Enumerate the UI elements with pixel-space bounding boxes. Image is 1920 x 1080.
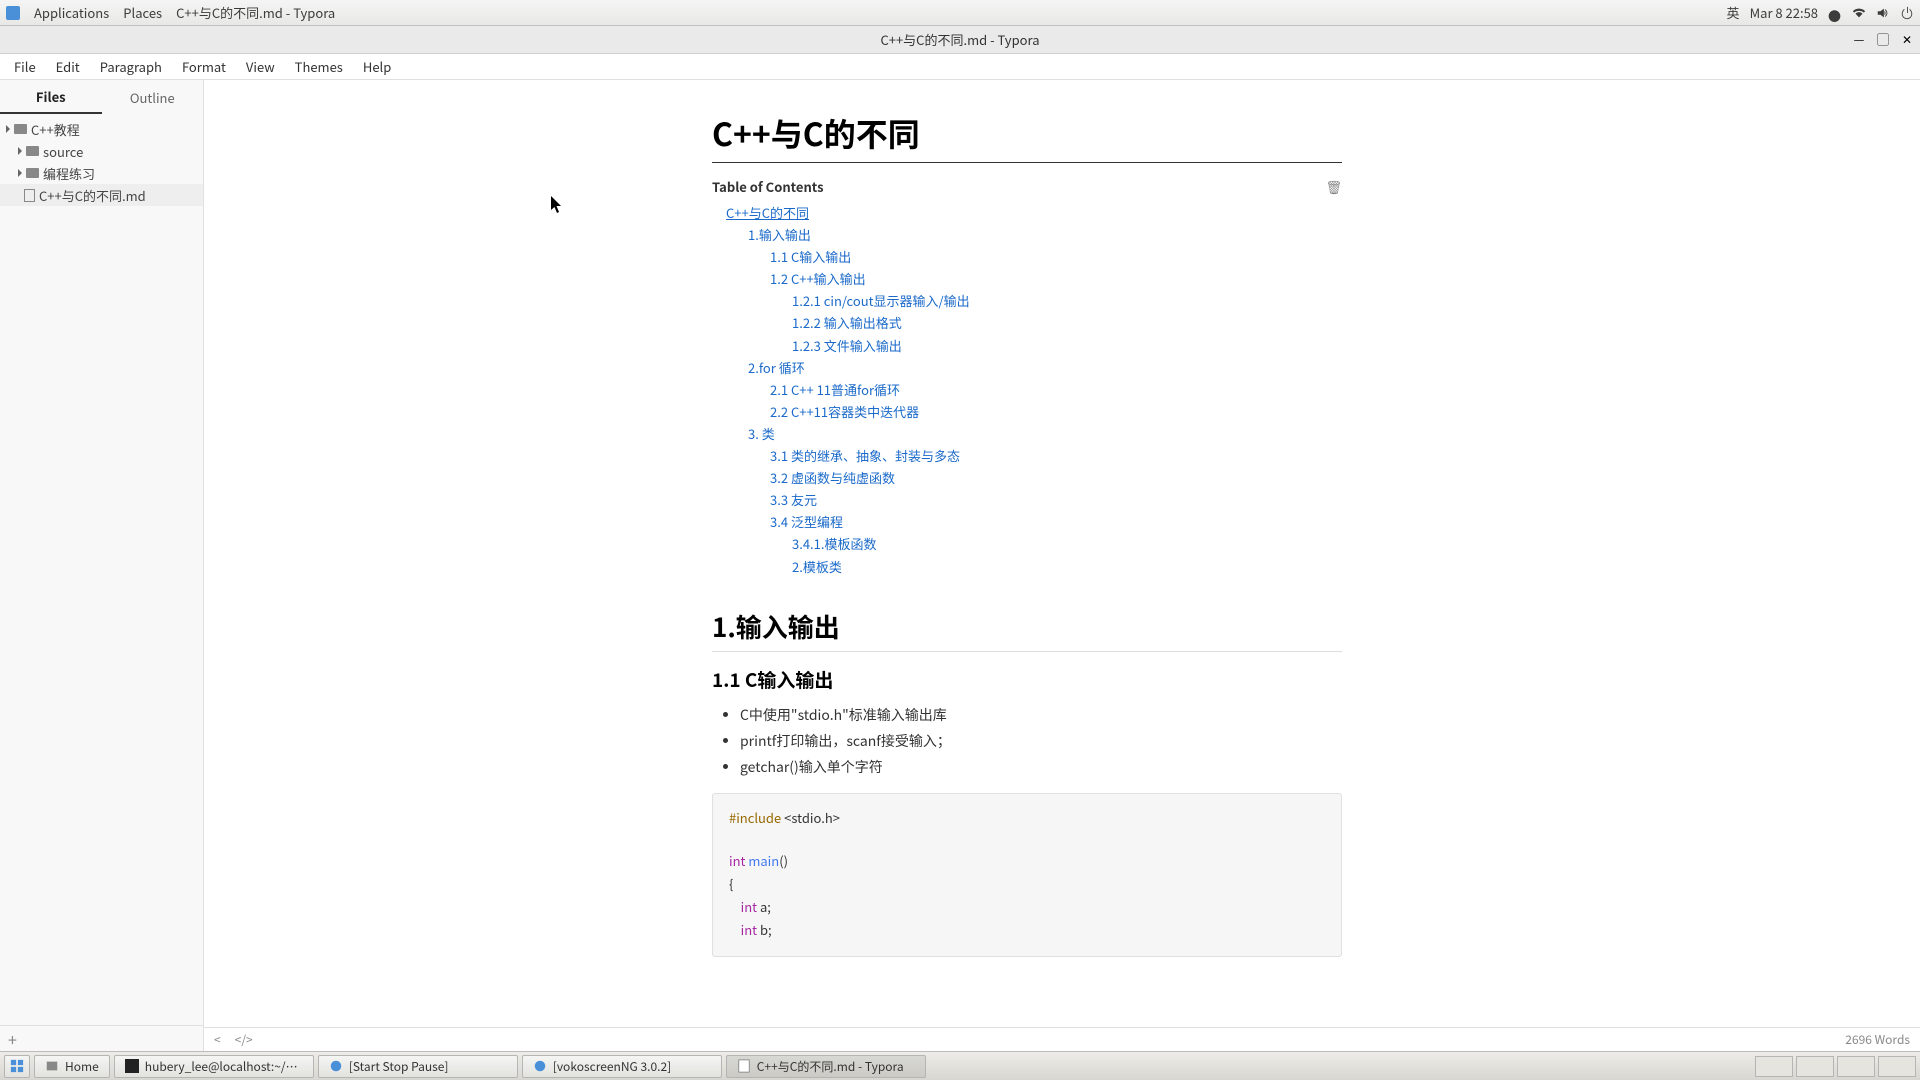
- activities-icon[interactable]: [6, 6, 20, 20]
- doc-h2[interactable]: 1.输入输出: [712, 608, 1342, 652]
- power-icon[interactable]: [1900, 6, 1914, 20]
- toc-link[interactable]: 1.1 C输入输出: [770, 246, 1342, 268]
- toc-link[interactable]: 3.3 友元: [770, 489, 1342, 511]
- toc-link[interactable]: 1.输入输出: [748, 224, 1342, 246]
- toc-link[interactable]: 2.2 C++11容器类中迭代器: [770, 401, 1342, 423]
- menu-view[interactable]: View: [238, 54, 283, 79]
- toc-link[interactable]: C++与C的不同: [726, 202, 1342, 224]
- taskbar-typora[interactable]: C++与C的不同.md - Typora: [726, 1055, 926, 1078]
- doc-h3[interactable]: 1.1 C输入输出: [712, 666, 1342, 693]
- menu-format[interactable]: Format: [174, 54, 234, 79]
- toc-link[interactable]: 2.模板类: [792, 556, 1342, 578]
- tree-label: C++与C的不同.md: [39, 186, 146, 205]
- ime-indicator[interactable]: 英: [1727, 3, 1740, 22]
- status-bar: < </> 2696 Words: [204, 1027, 1920, 1051]
- record-icon[interactable]: ●: [1828, 6, 1842, 20]
- toc-link[interactable]: 3.4 泛型编程: [770, 511, 1342, 533]
- list-item[interactable]: C中使用"stdio.h"标准输入输出库: [740, 705, 1342, 725]
- volume-icon[interactable]: [1876, 6, 1890, 20]
- list-item[interactable]: printf打印输出，scanf接受输入；: [740, 731, 1342, 751]
- tree-label: 编程练习: [43, 164, 95, 183]
- tree-folder[interactable]: C++教程: [0, 118, 203, 140]
- folder-icon: [26, 168, 39, 178]
- window-title-panel: C++与C的不同.md - Typora: [176, 3, 335, 22]
- sidebar-footer: +: [0, 1025, 203, 1051]
- close-button[interactable]: ✕: [1898, 31, 1916, 49]
- tab-outline[interactable]: Outline: [102, 80, 204, 114]
- taskbar-terminal[interactable]: hubery_lee@localhost:~/Typora-linu...: [114, 1055, 314, 1078]
- file-tree: C++教程 source 编程练习 C++与C的不同.md: [0, 114, 203, 1025]
- clock[interactable]: Mar 8 22:58: [1750, 3, 1818, 22]
- toc-link[interactable]: 1.2.3 文件输入输出: [792, 335, 1342, 357]
- tree-file-active[interactable]: C++与C的不同.md: [0, 184, 203, 206]
- toc-link[interactable]: 3.1 类的继承、抽象、封装与多态: [770, 445, 1342, 467]
- new-file-button[interactable]: +: [8, 1027, 17, 1051]
- network-icon[interactable]: [1852, 6, 1866, 20]
- maximize-button[interactable]: ▢: [1874, 31, 1892, 49]
- toc-header: Table of Contents: [712, 177, 824, 196]
- minimize-button[interactable]: —: [1850, 31, 1868, 49]
- toc-link[interactable]: 1.2.2 输入输出格式: [792, 312, 1342, 334]
- menu-bar: File Edit Paragraph Format View Themes H…: [0, 54, 1920, 80]
- toc-link[interactable]: 1.2.1 cin/cout显示器输入/输出: [792, 290, 1342, 312]
- code-block[interactable]: #include <stdio.h> int main() { int a; i…: [712, 793, 1342, 958]
- tree-label: C++教程: [31, 120, 80, 139]
- caret-icon: [6, 125, 10, 133]
- table-of-contents: C++与C的不同1.输入输出1.1 C输入输出1.2 C++输入输出1.2.1 …: [712, 202, 1342, 578]
- folder-icon: [14, 124, 27, 134]
- list-item[interactable]: getchar()输入单个字符: [740, 757, 1342, 777]
- doc-h1[interactable]: C++与C的不同: [712, 110, 1342, 163]
- bullet-list[interactable]: C中使用"stdio.h"标准输入输出库 printf打印输出，scanf接受输入…: [740, 705, 1342, 777]
- system-top-panel: Applications Places C++与C的不同.md - Typora…: [0, 0, 1920, 26]
- folder-icon: [26, 146, 39, 156]
- file-icon: [24, 189, 35, 202]
- source-mode-icon[interactable]: </>: [235, 1031, 253, 1048]
- toc-delete-icon[interactable]: 🗑: [1325, 177, 1342, 196]
- caret-icon: [18, 147, 22, 155]
- taskbar-home[interactable]: Home: [34, 1055, 110, 1078]
- menu-help[interactable]: Help: [355, 54, 399, 79]
- menu-edit[interactable]: Edit: [48, 54, 88, 79]
- toc-link[interactable]: 2.for 循环: [748, 357, 1342, 379]
- menu-file[interactable]: File: [6, 54, 44, 79]
- editor-area[interactable]: C++与C的不同 Table of Contents 🗑 C++与C的不同1.输…: [204, 80, 1920, 1051]
- back-icon[interactable]: <: [214, 1031, 221, 1048]
- toc-link[interactable]: 3. 类: [748, 423, 1342, 445]
- taskbar-voko-main[interactable]: [vokoscreenNG 3.0.2]: [522, 1055, 722, 1078]
- caret-icon: [18, 169, 22, 177]
- word-count[interactable]: 2696 Words: [1845, 1031, 1910, 1048]
- window-titlebar[interactable]: C++与C的不同.md - Typora — ▢ ✕: [0, 26, 1920, 54]
- taskbar-tray[interactable]: [1755, 1056, 1916, 1077]
- sidebar: Files Outline C++教程 source 编程练习 C++与C的不同…: [0, 80, 204, 1051]
- window-title: C++与C的不同.md - Typora: [880, 30, 1039, 49]
- typora-window: C++与C的不同.md - Typora — ▢ ✕ File Edit Par…: [0, 26, 1920, 1051]
- toc-link[interactable]: 1.2 C++输入输出: [770, 268, 1342, 290]
- menu-paragraph[interactable]: Paragraph: [92, 54, 170, 79]
- toc-link[interactable]: 2.1 C++ 11普通for循环: [770, 379, 1342, 401]
- taskbar-voko-controls[interactable]: [Start Stop Pause]: [318, 1055, 518, 1078]
- applications-menu[interactable]: Applications: [34, 3, 109, 22]
- toc-link[interactable]: 3.4.1.模板函数: [792, 533, 1342, 555]
- tree-folder[interactable]: source: [0, 140, 203, 162]
- tab-files[interactable]: Files: [0, 80, 102, 114]
- toc-link[interactable]: 3.2 虚函数与纯虚函数: [770, 467, 1342, 489]
- desktop-taskbar: Home hubery_lee@localhost:~/Typora-linu.…: [0, 1051, 1920, 1080]
- places-menu[interactable]: Places: [123, 3, 162, 22]
- show-desktop-button[interactable]: [4, 1055, 30, 1078]
- tree-label: source: [43, 142, 83, 161]
- menu-themes[interactable]: Themes: [287, 54, 351, 79]
- tree-folder[interactable]: 编程练习: [0, 162, 203, 184]
